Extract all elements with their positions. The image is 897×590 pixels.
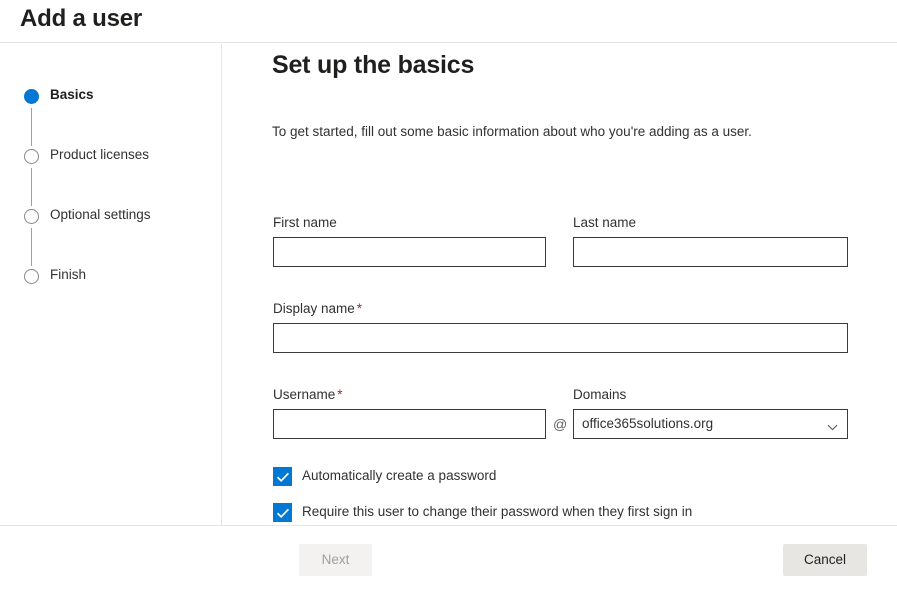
last-name-input[interactable] [573, 237, 848, 267]
checkbox-label: Automatically create a password [302, 468, 497, 483]
page-header: Add a user [0, 0, 897, 43]
domains-dropdown[interactable]: office365solutions.org [573, 409, 848, 439]
step-connector-line [31, 108, 32, 146]
next-button[interactable]: Next [299, 544, 372, 576]
sidebar-item-label: Basics [50, 87, 94, 102]
field-domains: Domains office365solutions.org [573, 387, 848, 439]
domains-selected-value: office365solutions.org [582, 416, 714, 431]
at-separator: @ [553, 416, 568, 432]
step-connector-line [31, 168, 32, 206]
last-name-label: Last name [573, 215, 637, 230]
sidebar-item-product-licenses[interactable]: Product licenses [24, 146, 214, 206]
wizard-sidebar: Basics Product licenses Optional setting… [0, 44, 222, 525]
step-marker-filled-icon [24, 89, 39, 104]
display-name-label: Display name * [273, 301, 848, 316]
display-name-input[interactable] [273, 323, 848, 353]
sidebar-item-optional-settings[interactable]: Optional settings [24, 206, 214, 266]
display-name-label-text: Display name [273, 301, 355, 316]
chevron-down-icon [827, 420, 838, 431]
main-content: Set up the basics To get started, fill o… [223, 44, 897, 525]
sidebar-item-label: Finish [50, 267, 87, 282]
cancel-button[interactable]: Cancel [783, 544, 867, 576]
dialog-footer: Next Cancel [0, 525, 897, 590]
first-name-input[interactable] [273, 237, 546, 267]
field-display-name: Display name * [273, 301, 848, 353]
wizard-step-list: Basics Product licenses Optional setting… [24, 86, 214, 290]
checkbox-checked-icon [273, 503, 292, 522]
field-first-name: First name [273, 215, 546, 267]
username-label-text: Username [273, 387, 336, 402]
step-marker-empty-icon [24, 269, 39, 284]
section-title: Set up the basics [272, 51, 475, 79]
required-asterisk-icon: * [337, 387, 343, 402]
sidebar-item-finish[interactable]: Finish [24, 266, 214, 290]
sidebar-item-label: Product licenses [50, 147, 150, 162]
page-title: Add a user [20, 5, 143, 32]
step-marker-empty-icon [24, 209, 39, 224]
sidebar-item-basics[interactable]: Basics [24, 86, 214, 146]
field-last-name: Last name [573, 215, 848, 267]
username-input[interactable] [273, 409, 546, 439]
required-asterisk-icon: * [356, 301, 363, 316]
checkbox-label: Require this user to change their passwo… [302, 504, 693, 519]
checkbox-checked-icon [273, 467, 292, 486]
field-username: Username * [273, 387, 546, 439]
domains-label: Domains [573, 387, 627, 402]
section-description: To get started, fill out some basic info… [272, 124, 752, 139]
first-name-label: First name [273, 215, 337, 230]
step-connector-line [31, 228, 32, 266]
username-label: Username * [273, 387, 546, 402]
step-marker-empty-icon [24, 149, 39, 164]
sidebar-item-label: Optional settings [50, 207, 151, 222]
